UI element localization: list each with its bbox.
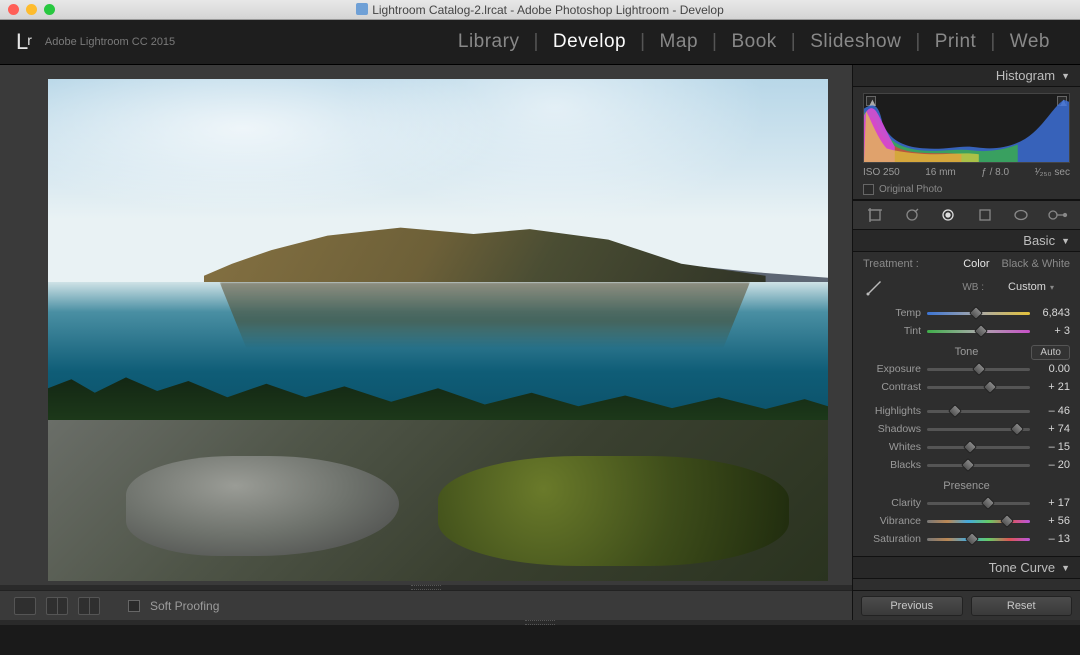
collapse-icon: ▼: [1061, 71, 1070, 81]
iso-label: ISO 250: [863, 167, 900, 178]
whites-slider[interactable]: [927, 440, 1030, 454]
presence-title: Presence: [943, 480, 989, 492]
exposure-slider[interactable]: [927, 362, 1030, 376]
app-header: Lr Adobe Lightroom CC 2015 Library| Deve…: [0, 20, 1080, 65]
original-photo-label: Original Photo: [879, 184, 942, 195]
adjustment-brush-icon[interactable]: [1046, 204, 1070, 226]
clarity-slider[interactable]: [927, 496, 1030, 510]
saturation-label: Saturation: [863, 533, 921, 545]
auto-tone-button[interactable]: Auto: [1031, 345, 1070, 360]
vibrance-value[interactable]: + 56: [1036, 515, 1070, 527]
tint-value[interactable]: + 3: [1036, 325, 1070, 337]
develop-footer: Previous Reset: [853, 590, 1080, 620]
original-photo-checkbox[interactable]: [863, 184, 874, 195]
blacks-slider[interactable]: [927, 458, 1030, 472]
histogram-title: Histogram: [996, 68, 1055, 83]
window-titlebar: Lightroom Catalog-2.lrcat - Adobe Photos…: [0, 0, 1080, 20]
tone-curve-title: Tone Curve: [989, 560, 1055, 575]
wb-dropdown[interactable]: Custom: [992, 281, 1070, 293]
whites-value[interactable]: – 15: [1036, 441, 1070, 453]
basic-panel: Treatment : Color Black & White WB : Cus…: [853, 252, 1080, 557]
filmstrip-handle[interactable]: [0, 620, 1080, 625]
highlights-label: Highlights: [863, 405, 921, 417]
module-map[interactable]: Map: [646, 31, 712, 53]
loupe-view-button[interactable]: [14, 597, 36, 615]
tint-label: Tint: [863, 325, 921, 337]
vibrance-label: Vibrance: [863, 515, 921, 527]
develop-tool-strip: [853, 200, 1080, 230]
shadows-slider[interactable]: [927, 422, 1030, 436]
histogram-meta: ISO 250 16 mm ƒ / 8.0 ¹⁄₂₅₀ sec: [863, 167, 1070, 178]
histogram-chart[interactable]: ▲ ▲: [863, 93, 1070, 163]
shutter-label: ¹⁄₂₅₀ sec: [1035, 167, 1070, 178]
traffic-lights: [8, 4, 55, 15]
product-name: Adobe Lightroom CC 2015: [45, 36, 175, 48]
saturation-value[interactable]: – 13: [1036, 533, 1070, 545]
basic-title: Basic: [1023, 233, 1055, 248]
right-panel: Histogram ▼ ▲ ▲ ISO 250 16 mm ƒ / 8.0 ¹⁄…: [852, 65, 1080, 620]
treatment-label: Treatment :: [863, 258, 919, 270]
collapse-icon: ▼: [1061, 236, 1070, 246]
contrast-slider[interactable]: [927, 380, 1030, 394]
before-after-tb-button[interactable]: [78, 597, 100, 615]
document-icon: [356, 3, 368, 15]
minimize-window-icon[interactable]: [26, 4, 37, 15]
zoom-window-icon[interactable]: [44, 4, 55, 15]
redeye-icon[interactable]: [936, 204, 960, 226]
previous-button[interactable]: Previous: [861, 596, 963, 616]
soft-proofing-label: Soft Proofing: [150, 599, 219, 613]
before-after-lr-button[interactable]: [46, 597, 68, 615]
vibrance-slider[interactable]: [927, 514, 1030, 528]
reset-button[interactable]: Reset: [971, 596, 1073, 616]
spot-removal-icon[interactable]: [900, 204, 924, 226]
photo-canvas[interactable]: [48, 79, 828, 581]
wb-label: WB :: [893, 282, 984, 293]
module-web[interactable]: Web: [996, 31, 1064, 53]
module-slideshow[interactable]: Slideshow: [796, 31, 915, 53]
temp-label: Temp: [863, 307, 921, 319]
clarity-value[interactable]: + 17: [1036, 497, 1070, 509]
temp-value[interactable]: 6,843: [1036, 307, 1070, 319]
exposure-value[interactable]: 0.00: [1036, 363, 1070, 375]
collapse-icon: ▼: [1061, 563, 1070, 573]
blacks-label: Blacks: [863, 459, 921, 471]
module-library[interactable]: Library: [444, 31, 534, 53]
tone-title: Tone: [955, 346, 979, 358]
radial-filter-icon[interactable]: [1009, 204, 1033, 226]
soft-proofing-checkbox[interactable]: [128, 600, 140, 612]
window-title: Lightroom Catalog-2.lrcat - Adobe Photos…: [0, 3, 1080, 17]
crop-tool-icon[interactable]: [863, 204, 887, 226]
tone-curve-header[interactable]: Tone Curve ▼: [853, 557, 1080, 579]
highlights-value[interactable]: – 46: [1036, 405, 1070, 417]
app-logo: Lr: [16, 29, 31, 55]
aperture-label: ƒ / 8.0: [981, 167, 1009, 178]
contrast-label: Contrast: [863, 381, 921, 393]
highlights-slider[interactable]: [927, 404, 1030, 418]
contrast-value[interactable]: + 21: [1036, 381, 1070, 393]
tint-slider[interactable]: [927, 324, 1030, 338]
treatment-bw[interactable]: Black & White: [1002, 258, 1070, 270]
temp-slider[interactable]: [927, 306, 1030, 320]
saturation-slider[interactable]: [927, 532, 1030, 546]
module-picker: Library| Develop| Map| Book| Slideshow| …: [444, 31, 1064, 53]
basic-header[interactable]: Basic ▼: [853, 230, 1080, 252]
graduated-filter-icon[interactable]: [973, 204, 997, 226]
shadows-label: Shadows: [863, 423, 921, 435]
focal-label: 16 mm: [925, 167, 956, 178]
exposure-label: Exposure: [863, 363, 921, 375]
treatment-color[interactable]: Color: [963, 258, 989, 270]
loupe-toolbar: Soft Proofing: [0, 590, 852, 620]
blacks-value[interactable]: – 20: [1036, 459, 1070, 471]
wb-picker-icon[interactable]: [863, 276, 885, 298]
module-book[interactable]: Book: [717, 31, 790, 53]
whites-label: Whites: [863, 441, 921, 453]
histogram-header[interactable]: Histogram ▼: [853, 65, 1080, 87]
clarity-label: Clarity: [863, 497, 921, 509]
close-window-icon[interactable]: [8, 4, 19, 15]
module-print[interactable]: Print: [921, 31, 991, 53]
module-develop[interactable]: Develop: [539, 31, 640, 53]
shadows-value[interactable]: + 74: [1036, 423, 1070, 435]
